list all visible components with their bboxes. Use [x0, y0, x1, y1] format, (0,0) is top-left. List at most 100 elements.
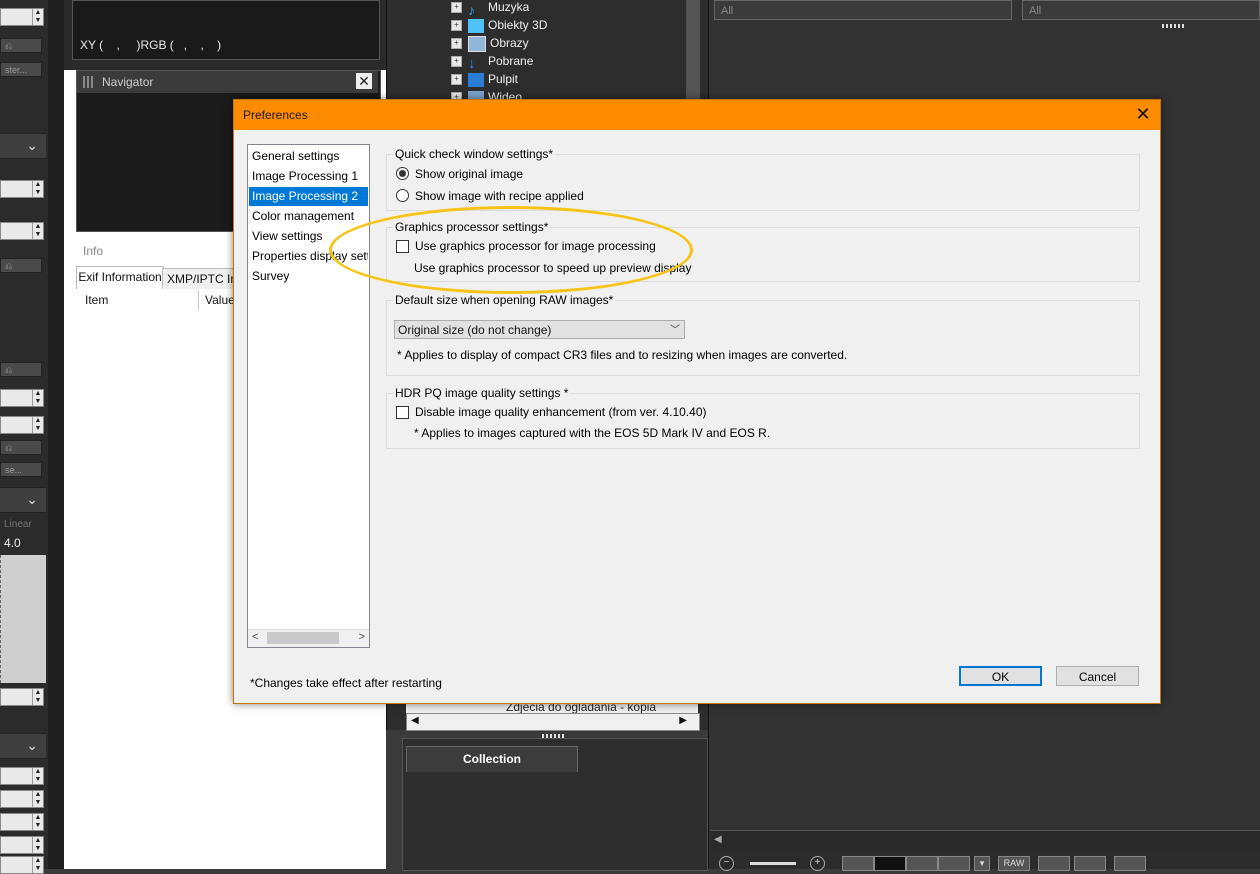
spin-field[interactable]: ▲ ▼ — [0, 813, 44, 831]
spin-arrows-icon[interactable]: ▲ ▼ — [32, 9, 43, 25]
strip-button[interactable]: se... — [0, 462, 42, 477]
expand-icon[interactable]: + — [451, 74, 462, 86]
panel-collapse-header[interactable]: ⌄ — [0, 733, 46, 759]
panel-collapse-header[interactable]: ⌄ — [0, 133, 46, 159]
tree-item[interactable]: + ♪ Muzyka — [451, 0, 529, 18]
grip-icon[interactable] — [83, 76, 93, 88]
column-header-item[interactable]: Item — [85, 293, 108, 307]
expand-icon[interactable]: + — [451, 2, 462, 14]
strip-button[interactable]: ster... — [0, 62, 42, 77]
radio-label[interactable]: Show image with recipe applied — [415, 189, 584, 203]
spin-field[interactable]: ▲ ▼ — [0, 790, 44, 808]
spin-field[interactable]: ▲ ▼ — [0, 180, 44, 198]
category-image-processing-1[interactable]: Image Processing 1 — [249, 167, 368, 186]
panel-collapse-header[interactable]: ⌄ — [0, 487, 46, 513]
spin-field[interactable]: ▲ ▼ — [0, 389, 44, 407]
category-view-settings[interactable]: View settings — [249, 227, 368, 246]
tree-horizontal-scrollbar[interactable]: ◀ ▶ — [406, 713, 700, 731]
scroll-right-icon[interactable]: ▶ — [679, 715, 687, 726]
scroll-left-icon[interactable]: ◀ — [411, 715, 419, 726]
column-divider[interactable] — [198, 290, 199, 310]
strip-button[interactable]: ⎌ — [0, 440, 42, 455]
category-color-management[interactable]: Color management — [249, 207, 368, 226]
double-chevron-down-icon[interactable]: ⌄ — [26, 737, 38, 754]
spin-arrows-icon[interactable]: ▲ ▼ — [32, 768, 43, 784]
cancel-button[interactable]: Cancel — [1056, 666, 1139, 686]
tree-item[interactable]: + Obiekty 3D — [451, 16, 547, 34]
tree-item-label: Pulpit — [488, 72, 519, 86]
checkbox-label[interactable]: Disable image quality enhancement (from … — [415, 405, 707, 419]
hdr-pq-group: HDR PQ image quality settings * — [386, 386, 1140, 449]
spin-arrows-icon[interactable]: ▲ ▼ — [32, 181, 43, 197]
spin-field[interactable]: ▲ ▼ — [0, 856, 44, 874]
hdr-enhancement-checkbox[interactable] — [396, 406, 409, 419]
scroll-left-icon[interactable]: ◀ — [714, 834, 722, 845]
expand-icon[interactable]: + — [451, 92, 462, 99]
spin-arrows-icon[interactable]: ▲ ▼ — [32, 689, 43, 705]
tree-scrollbar[interactable] — [686, 0, 700, 100]
ok-button[interactable]: OK — [959, 666, 1042, 686]
checkbox-label[interactable]: Use graphics processor for image process… — [415, 239, 656, 253]
tab-xmp-iptc[interactable]: XMP/IPTC Inf — [162, 268, 242, 289]
category-image-processing-2[interactable]: Image Processing 2 — [249, 187, 368, 206]
double-chevron-down-icon[interactable]: ⌄ — [26, 137, 38, 154]
tree-item[interactable]: + Pulpit — [451, 70, 518, 88]
chevron-left-icon[interactable]: < — [252, 631, 258, 643]
zoom-slider[interactable] — [750, 862, 796, 865]
close-icon[interactable]: ✕ — [1134, 105, 1152, 123]
tab-collection[interactable]: Collection — [406, 746, 578, 772]
column-header-value[interactable]: Value — [205, 293, 235, 307]
gpu-processing-checkbox[interactable] — [396, 240, 409, 253]
splitter-grip[interactable] — [1162, 24, 1186, 28]
spin-field[interactable]: ▲ ▼ — [0, 836, 44, 854]
tree-item-label: Obiekty 3D — [488, 18, 548, 32]
chevron-right-icon[interactable]: > — [359, 631, 365, 643]
spin-field[interactable]: ▲ ▼ — [0, 688, 44, 706]
expand-icon[interactable]: + — [451, 38, 462, 50]
tree-item[interactable]: + Wideo — [451, 88, 522, 99]
tree-item[interactable]: + ↓ Pobrane — [451, 52, 533, 72]
tone-curve-area[interactable] — [0, 555, 46, 683]
radio-show-recipe[interactable] — [396, 189, 409, 202]
strip-button[interactable]: ⎌ — [0, 362, 42, 377]
spin-field[interactable]: ▲ ▼ — [0, 222, 44, 240]
tab-exif-information[interactable]: Exif Information — [76, 266, 164, 289]
dialog-titlebar[interactable]: Preferences ✕ — [234, 100, 1160, 130]
spin-arrows-icon[interactable]: ▲ ▼ — [32, 814, 43, 830]
expand-icon[interactable]: + — [451, 56, 462, 68]
group-label: HDR PQ image quality settings * — [393, 386, 571, 400]
strip-button[interactable]: ⎌ — [0, 38, 42, 53]
scroll-thumb[interactable] — [267, 632, 339, 644]
spin-field[interactable]: ▲ ▼ — [0, 767, 44, 785]
restart-note: *Changes take effect after restarting — [250, 676, 442, 690]
strip-button[interactable]: ⎌ — [0, 258, 42, 273]
spin-field[interactable]: ▲ ▼ — [0, 8, 44, 26]
category-scrollbar[interactable]: < > — [248, 629, 369, 647]
close-icon[interactable]: ✕ — [356, 73, 372, 89]
spin-arrows-icon[interactable]: ▲ ▼ — [32, 390, 43, 406]
spin-field[interactable]: ▲ ▼ — [0, 416, 44, 434]
spin-arrows-icon[interactable]: ▲ ▼ — [32, 791, 43, 807]
filter-dropdown[interactable]: All — [714, 0, 1012, 20]
thumbnail-scrollbar[interactable]: ◀ — [710, 830, 1260, 851]
category-properties-display[interactable]: Properties display settir — [249, 247, 368, 266]
spin-arrows-icon[interactable]: ▲ ▼ — [32, 837, 43, 853]
chevron-down-icon[interactable]: ﹀ — [670, 321, 680, 340]
radio-label[interactable]: Show original image — [415, 167, 523, 181]
hdr-note: * Applies to images captured with the EO… — [414, 426, 771, 440]
dialog-title: Preferences — [243, 108, 308, 122]
filter-dropdown[interactable]: All — [1022, 0, 1260, 20]
category-survey[interactable]: Survey — [249, 267, 368, 286]
expand-icon[interactable]: + — [451, 20, 462, 32]
double-chevron-down-icon[interactable]: ⌄ — [26, 491, 38, 508]
category-general-settings[interactable]: General settings — [249, 147, 368, 166]
raw-size-dropdown[interactable]: Original size (do not change) ﹀ — [394, 320, 685, 339]
radio-show-original[interactable] — [396, 167, 409, 180]
spin-arrows-icon[interactable]: ▲ ▼ — [32, 417, 43, 433]
tree-item-label: Wideo — [488, 90, 523, 99]
spin-arrows-icon[interactable]: ▲ ▼ — [32, 857, 43, 873]
dropdown-value: Original size (do not change) — [398, 323, 552, 337]
tree-item-label: Obrazy — [490, 36, 529, 50]
tree-item[interactable]: + Obrazy — [451, 34, 529, 52]
spin-arrows-icon[interactable]: ▲ ▼ — [32, 223, 43, 239]
